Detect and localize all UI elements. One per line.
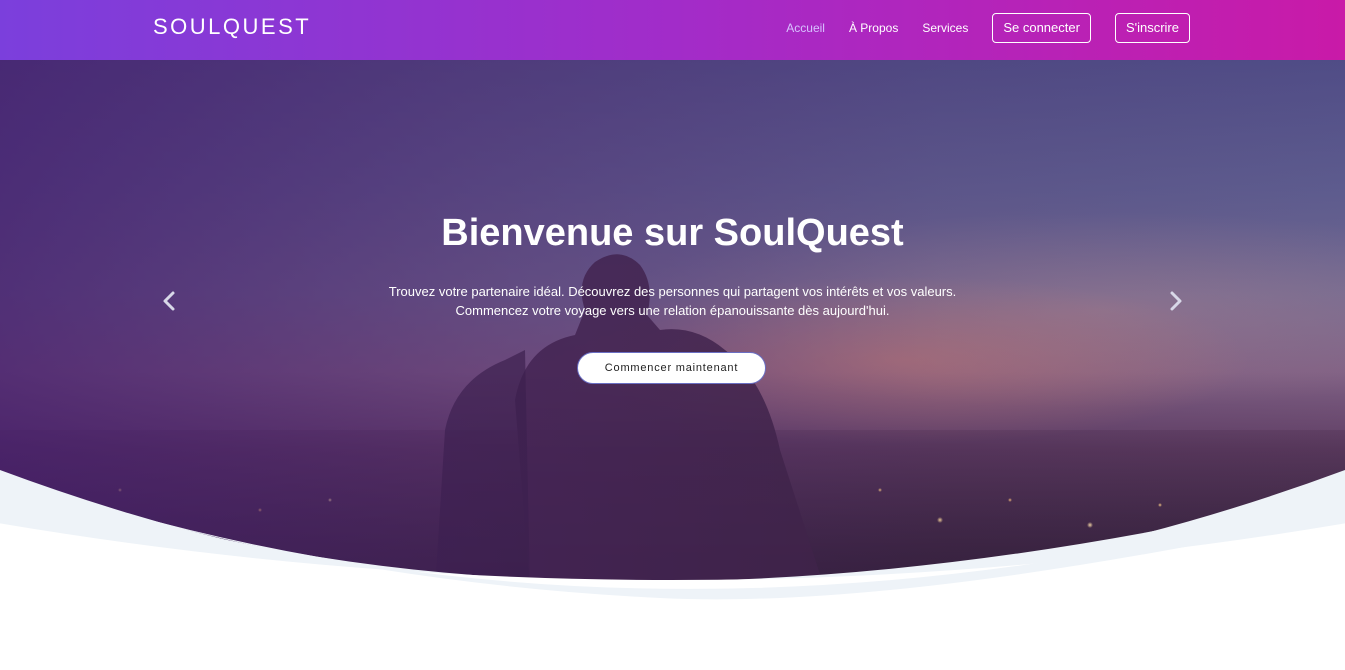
brand-logo[interactable]: SOULQUEST <box>153 14 311 40</box>
nav-link-about[interactable]: À Propos <box>849 13 898 43</box>
signup-button[interactable]: S'inscrire <box>1114 13 1190 43</box>
hero-description-line-2: Commencez votre voyage vers une relation… <box>455 303 890 318</box>
chevron-right-icon[interactable] <box>1165 290 1185 312</box>
login-button[interactable]: Se connecter <box>992 13 1091 43</box>
chevron-left-icon[interactable] <box>160 290 180 312</box>
get-started-button[interactable]: Commencer maintenant <box>577 352 766 384</box>
hero-title: Bienvenue sur SoulQuest <box>441 212 904 254</box>
hero-carousel: Bienvenue sur SoulQuest Trouvez votre pa… <box>0 60 1345 580</box>
hero-content: Bienvenue sur SoulQuest Trouvez votre pa… <box>0 60 1345 580</box>
hero-description-line-1: Trouvez votre partenaire idéal. Découvre… <box>388 284 957 299</box>
hero-description: Trouvez votre partenaire idéal. Découvre… <box>0 282 1345 320</box>
nav-link-services[interactable]: Services <box>922 13 968 43</box>
nav-links: Accueil À Propos Services Se connecter S… <box>786 13 1190 43</box>
nav-link-home[interactable]: Accueil <box>786 13 825 43</box>
top-navbar: SOULQUEST Accueil À Propos Services Se c… <box>0 0 1345 60</box>
